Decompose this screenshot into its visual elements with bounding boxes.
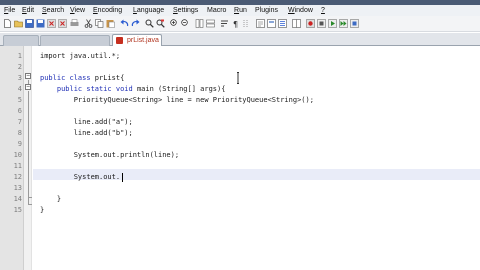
line-number: 8 — [17, 129, 22, 137]
play-macro-icon[interactable] — [328, 19, 337, 28]
indent-guide-icon[interactable] — [242, 19, 251, 28]
sync-horizontal-icon[interactable] — [206, 19, 215, 28]
new-file-icon[interactable] — [3, 19, 12, 28]
save-macro-icon[interactable] — [350, 19, 359, 28]
line-number: 11 — [13, 162, 22, 170]
code-line: line.add("b"); — [40, 129, 133, 137]
code-line: System.out. — [40, 173, 121, 181]
copy-icon[interactable] — [95, 19, 104, 28]
redo-icon[interactable] — [131, 19, 140, 28]
mouse-ibeam-cursor-icon — [237, 72, 239, 84]
menu-file[interactable]: File — [4, 5, 15, 16]
fold-toggle-icon[interactable]: − — [25, 73, 31, 79]
stop-macro-icon[interactable] — [317, 19, 326, 28]
run-macro-multiple-icon[interactable] — [339, 19, 348, 28]
tab-other-1[interactable] — [3, 35, 39, 46]
menu-settings[interactable]: Settings — [173, 5, 198, 16]
save-all-icon[interactable] — [36, 19, 45, 28]
paste-icon[interactable] — [106, 19, 115, 28]
code-line: public class prList{ — [40, 74, 125, 82]
menu-plugins[interactable]: Plugins — [255, 5, 278, 16]
zoom-out-icon[interactable] — [181, 19, 190, 28]
tab-label: prList.java — [127, 37, 159, 44]
code-line: public static void main (String[] args){ — [40, 85, 226, 93]
fold-end-marker — [28, 204, 32, 205]
code-line: line.add("a"); — [40, 118, 133, 126]
menu-language[interactable]: Language — [133, 5, 164, 16]
sync-vertical-icon[interactable] — [195, 19, 204, 28]
zoom-in-icon[interactable] — [170, 19, 179, 28]
line-number: 5 — [17, 96, 22, 104]
close-icon[interactable] — [47, 19, 56, 28]
line-number: 13 — [13, 184, 22, 192]
record-macro-icon[interactable] — [306, 19, 315, 28]
show-all-chars-icon[interactable]: ¶ — [231, 19, 240, 28]
line-number: 14 — [13, 195, 22, 203]
open-folder-icon[interactable] — [14, 19, 23, 28]
find-icon[interactable] — [145, 19, 154, 28]
code-line: } — [40, 195, 62, 203]
panel-icon[interactable] — [292, 19, 301, 28]
code-line: System.out.println(line); — [40, 151, 180, 159]
text-caret — [122, 173, 123, 182]
print-icon[interactable] — [70, 19, 79, 28]
undo-icon[interactable] — [120, 19, 129, 28]
close-all-icon[interactable] — [58, 19, 67, 28]
fold-end-marker — [28, 197, 32, 198]
line-number: 9 — [17, 140, 22, 148]
tab-prlist-java[interactable]: prList.java — [112, 34, 162, 46]
menu-encoding[interactable]: Encoding — [93, 5, 122, 16]
line-number: 15 — [13, 206, 22, 214]
menu-help[interactable]: ? — [321, 5, 325, 16]
menu-bar: File Edit Search View Encoding Language … — [0, 5, 480, 16]
toolbar: ¶ — [0, 16, 480, 32]
menu-search[interactable]: Search — [42, 5, 64, 16]
svg-text:¶: ¶ — [233, 20, 238, 28]
line-number: 12 — [13, 173, 22, 181]
code-line: PriorityQueue<String> line = new Priorit… — [40, 96, 314, 104]
line-number: 7 — [17, 118, 22, 126]
fold-toggle-icon[interactable]: − — [25, 84, 31, 90]
line-number: 4 — [17, 85, 22, 93]
tab-bar: prList.java — [0, 33, 480, 46]
code-line: import java.util.*; — [40, 52, 121, 60]
file-saved-icon — [116, 37, 123, 44]
menu-edit[interactable]: Edit — [22, 5, 34, 16]
menu-view[interactable]: View — [70, 5, 85, 16]
tab-other-2[interactable] — [40, 35, 110, 46]
user-language-icon[interactable] — [256, 19, 265, 28]
menu-macro[interactable]: Macro — [207, 5, 226, 16]
fold-line — [28, 91, 29, 204]
function-list-icon[interactable] — [278, 19, 287, 28]
replace-icon[interactable] — [156, 19, 165, 28]
doc-map-icon[interactable] — [267, 19, 276, 28]
menu-run[interactable]: Run — [234, 5, 247, 16]
menu-window[interactable]: Window — [288, 5, 313, 16]
line-number: 3 — [17, 74, 22, 82]
word-wrap-icon[interactable] — [220, 19, 229, 28]
code-line: } — [40, 206, 45, 214]
line-number: 1 — [17, 52, 22, 60]
save-icon[interactable] — [25, 19, 34, 28]
cut-icon[interactable] — [84, 19, 93, 28]
line-number: 2 — [17, 63, 22, 71]
line-number: 6 — [17, 107, 22, 115]
line-number: 10 — [13, 151, 22, 159]
